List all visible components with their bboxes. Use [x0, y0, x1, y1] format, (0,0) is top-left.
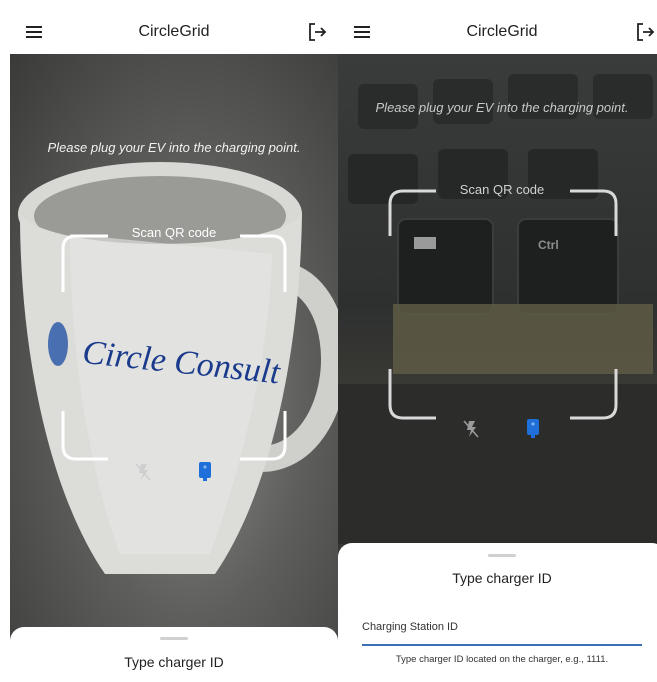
logout-icon[interactable]	[634, 21, 656, 43]
sheet-title: Type charger ID	[124, 654, 224, 670]
app-bar: CircleGrid	[10, 10, 338, 54]
app-title: CircleGrid	[138, 23, 210, 40]
app-title: CircleGrid	[466, 23, 538, 40]
charging-station-id-field[interactable]: Charging Station ID	[362, 621, 458, 633]
sheet-title: Type charger ID	[452, 570, 552, 586]
phone-torch-icon[interactable]	[196, 461, 214, 481]
flash-off-icon[interactable]	[134, 462, 152, 482]
sheet-drag-handle[interactable]	[160, 637, 188, 640]
hamburger-menu-icon[interactable]	[24, 22, 44, 42]
sheet-drag-handle[interactable]	[488, 554, 516, 557]
camera-preview: Circle Consult Please plug your EV into …	[10, 54, 338, 682]
charging-station-id-underline	[362, 644, 642, 646]
scan-frame	[61, 234, 287, 461]
logout-icon[interactable]	[306, 21, 328, 43]
scan-qr-label: Scan QR code	[131, 225, 217, 240]
app-bar: CircleGrid	[338, 10, 657, 54]
scan-qr-label: Scan QR code	[459, 182, 545, 197]
charger-id-sheet[interactable]: Type charger ID Charging Station ID Type…	[338, 543, 657, 682]
phone-screen-right: CircleGrid Ctrl Please plug your EV into…	[338, 0, 657, 682]
phone-torch-icon[interactable]	[524, 418, 542, 438]
charger-id-helper-text: Type charger ID located on the charger, …	[395, 654, 609, 665]
hamburger-menu-icon[interactable]	[352, 22, 372, 42]
phone-screen-left: CircleGrid Circle Consult Please plug yo…	[10, 0, 338, 682]
charger-id-sheet[interactable]: Type charger ID	[10, 627, 338, 682]
flash-off-icon[interactable]	[462, 419, 480, 439]
